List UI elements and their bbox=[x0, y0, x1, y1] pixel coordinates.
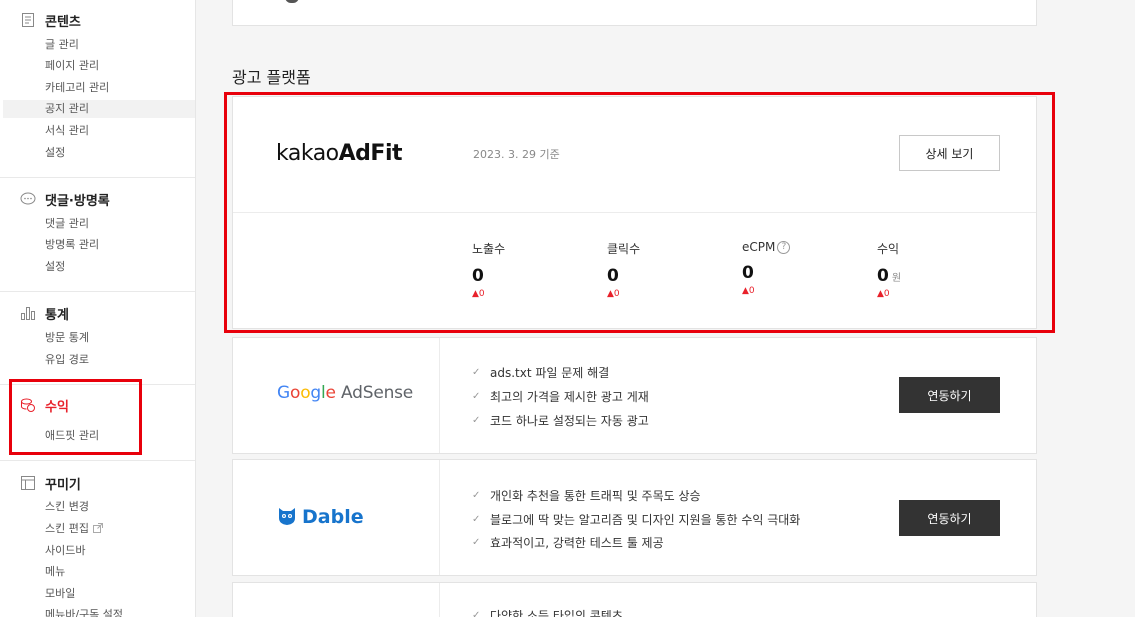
logo-letter: o bbox=[300, 383, 311, 403]
dable-logo: Dable bbox=[276, 504, 364, 530]
sidebar-item-mobile[interactable]: 모바일 bbox=[45, 585, 75, 603]
external-link-icon bbox=[92, 521, 103, 539]
bar-chart-icon bbox=[20, 305, 36, 321]
sidebar-section-stats[interactable]: 통계 bbox=[20, 303, 69, 323]
dable-logo-text: Dable bbox=[302, 506, 364, 528]
check-icon: ✓ bbox=[472, 514, 481, 525]
sidebar-section-comments[interactable]: 댓글·방명록 bbox=[20, 189, 110, 209]
sidebar-item-menu[interactable]: 메뉴 bbox=[45, 563, 65, 581]
feature-text: 다양한 소득 타입의 콘텐츠 bbox=[490, 609, 623, 617]
feature-item: ✓ 개인화 추천을 통한 트래픽 및 주목도 상승 bbox=[472, 487, 701, 504]
divider bbox=[439, 583, 440, 617]
partial-icon bbox=[285, 0, 299, 3]
sidebar-item-comments[interactable]: 댓글 관리 bbox=[45, 215, 89, 233]
sidebar-item-edit-skin[interactable]: 스킨 편집 bbox=[45, 520, 103, 538]
feature-item: ✓ 블로그에 딱 맞는 알고리즘 및 디자인 지원을 통한 수익 극대화 bbox=[472, 511, 800, 528]
sidebar-item-pages[interactable]: 페이지 관리 bbox=[45, 57, 99, 75]
sidebar-item-categories[interactable]: 카테고리 관리 bbox=[45, 79, 109, 97]
sidebar-item-menubar[interactable]: 메뉴바/구독 설정 bbox=[45, 606, 123, 617]
logo-letter: o bbox=[289, 383, 301, 403]
divider bbox=[439, 338, 440, 453]
feature-text: 개인화 추천을 통한 트래픽 및 주목도 상승 bbox=[490, 489, 701, 503]
sidebar-item-label: 스킨 편집 bbox=[45, 522, 89, 535]
sidebar-item-guestbook[interactable]: 방명록 관리 bbox=[45, 236, 99, 254]
sidebar-item-content-settings[interactable]: 설정 bbox=[45, 144, 65, 162]
feature-text: 코드 하나로 설정되는 자동 광고 bbox=[490, 414, 649, 428]
sidebar-section-decorate[interactable]: 꾸미기 bbox=[20, 473, 81, 493]
sidebar-item-visit-stats[interactable]: 방문 통계 bbox=[45, 329, 89, 347]
feature-item: ✓ ads.txt 파일 문제 해결 bbox=[472, 364, 609, 381]
check-icon: ✓ bbox=[472, 415, 481, 426]
next-ad-card bbox=[232, 582, 1037, 617]
feature-item: ✓ 다양한 소득 타입의 콘텐츠 bbox=[472, 607, 623, 617]
feature-item: ✓ 코드 하나로 설정되는 자동 광고 bbox=[472, 412, 649, 429]
check-icon: ✓ bbox=[472, 537, 481, 548]
highlight-box-revenue bbox=[9, 379, 142, 455]
google-adsense-logo: Google AdSense bbox=[277, 383, 413, 403]
sidebar-item-notices[interactable]: 공지 관리 bbox=[3, 100, 195, 118]
logo-product: AdSense bbox=[341, 383, 414, 403]
dable-connect-button[interactable]: 연동하기 bbox=[899, 500, 1000, 536]
logo-letter: g bbox=[310, 383, 321, 403]
sidebar: 콘텐츠 글 관리 페이지 관리 카테고리 관리 공지 관리 서식 관리 설정 댓… bbox=[0, 0, 196, 617]
feature-text: ads.txt 파일 문제 해결 bbox=[490, 366, 610, 380]
highlight-box-adfit bbox=[224, 92, 1055, 333]
sidebar-item-posts[interactable]: 글 관리 bbox=[45, 36, 79, 54]
feature-item: ✓ 효과적이고, 강력한 테스트 툴 제공 bbox=[472, 534, 664, 551]
sidebar-section-title: 콘텐츠 bbox=[45, 14, 81, 30]
speech-bubble-icon bbox=[20, 191, 36, 207]
sidebar-item-sidebar[interactable]: 사이드바 bbox=[45, 542, 85, 560]
page-section-title: 광고 플랫폼 bbox=[232, 68, 311, 87]
divider bbox=[0, 291, 195, 292]
dable-mascot-icon bbox=[276, 504, 298, 530]
sidebar-section-contents[interactable]: 콘텐츠 bbox=[20, 10, 81, 30]
sidebar-section-title: 통계 bbox=[45, 307, 69, 323]
divider bbox=[0, 460, 195, 461]
adsense-connect-button[interactable]: 연동하기 bbox=[899, 377, 1000, 413]
sidebar-item-comment-settings[interactable]: 설정 bbox=[45, 258, 65, 276]
check-icon: ✓ bbox=[472, 610, 481, 617]
sidebar-section-title: 댓글·방명록 bbox=[45, 193, 110, 209]
sidebar-section-title: 꾸미기 bbox=[45, 477, 81, 493]
feature-text: 효과적이고, 강력한 테스트 툴 제공 bbox=[490, 536, 664, 550]
check-icon: ✓ bbox=[472, 367, 481, 378]
logo-letter: e bbox=[325, 383, 336, 403]
divider bbox=[0, 177, 195, 178]
check-icon: ✓ bbox=[472, 391, 481, 402]
feature-text: 블로그에 딱 맞는 알고리즘 및 디자인 지원을 통한 수익 극대화 bbox=[490, 513, 801, 527]
check-icon: ✓ bbox=[472, 490, 481, 501]
sidebar-item-referrers[interactable]: 유입 경로 bbox=[45, 351, 89, 369]
layout-icon bbox=[20, 475, 36, 491]
document-icon bbox=[20, 12, 36, 28]
logo-letter: G bbox=[277, 383, 290, 403]
previous-card bbox=[232, 0, 1037, 26]
sidebar-item-templates[interactable]: 서식 관리 bbox=[45, 122, 89, 140]
sidebar-item-change-skin[interactable]: 스킨 변경 bbox=[45, 498, 89, 516]
divider bbox=[439, 460, 440, 575]
feature-item: ✓ 최고의 가격을 제시한 광고 게재 bbox=[472, 388, 649, 405]
feature-text: 최고의 가격을 제시한 광고 게재 bbox=[490, 390, 649, 404]
